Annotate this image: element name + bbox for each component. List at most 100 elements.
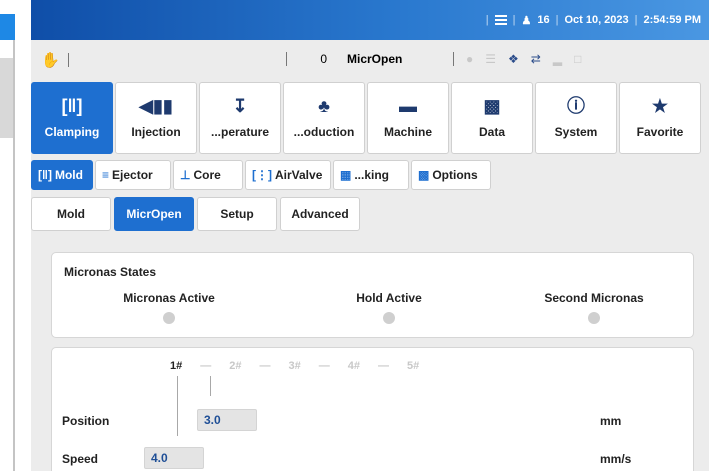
counter-value: 0 — [320, 52, 327, 66]
toolbar-separator — [286, 52, 287, 66]
step-label[interactable]: 5# — [407, 360, 419, 372]
machine-icon: ▬ — [399, 96, 417, 116]
state-second-micronas: Second Micronas — [519, 291, 669, 324]
step-label[interactable]: 2# — [229, 360, 241, 372]
active-page-name: MicrOpen — [347, 52, 403, 66]
tab-system[interactable]: ⓘ System — [535, 82, 617, 154]
user-icon[interactable]: ♟ — [521, 14, 531, 27]
speed-unit: mm/s — [600, 452, 632, 466]
status-time: 2:54:59 PM — [643, 14, 701, 26]
network-icon[interactable]: ❖ — [508, 52, 519, 66]
alarm-icon[interactable]: ● — [466, 52, 473, 66]
subtab-ejector[interactable]: ≡ Ejector — [95, 160, 171, 190]
left-edge-strip — [0, 0, 15, 471]
production-icon: ♣ — [318, 96, 330, 116]
position-unit: mm — [600, 414, 622, 428]
step-guide-line — [210, 376, 211, 396]
state-label: Micronas Active — [123, 291, 215, 305]
toolbar-separator — [453, 52, 454, 66]
step-indicator: 1# — 2# — 3# — 4# — 5# — [170, 360, 419, 372]
state-label: Second Micronas — [544, 291, 644, 305]
step-separator: — — [259, 360, 271, 372]
status-separator: | — [512, 14, 516, 26]
tab-label: ...perature — [210, 125, 270, 139]
step-separator: — — [318, 360, 330, 372]
subtab-label: Options — [432, 168, 478, 182]
folder-icon: ▩ — [483, 96, 501, 116]
tab-production[interactable]: ♣ ...oduction — [283, 82, 365, 154]
signal-icon: ▂ — [552, 52, 563, 66]
tab-machine[interactable]: ▬ Machine — [367, 82, 449, 154]
subtab-label: Core — [193, 168, 221, 182]
toolbar: ✋ 0 MicrOpen ● ☰ ❖ ⇄ ▂ □ — [31, 40, 709, 80]
position-input[interactable]: 3.0 — [197, 409, 257, 431]
hand-icon[interactable]: ✋ — [41, 51, 60, 69]
star-icon: ★ — [651, 96, 669, 116]
status-led — [588, 312, 600, 324]
tab-label: ...oduction — [293, 125, 355, 139]
storage-icon: □ — [574, 52, 582, 66]
micronas-states-panel: Micronas States Micronas Active Hold Act… — [51, 252, 694, 338]
subtab-options[interactable]: ▩ Options — [411, 160, 491, 190]
status-bar: | | ♟ 16 | Oct 10, 2023 | 2:54:59 PM — [31, 0, 709, 40]
status-separator: | — [485, 14, 489, 26]
step-guide-line — [177, 376, 178, 436]
usb-icon[interactable]: ⇄ — [531, 52, 541, 66]
left-edge-divider — [13, 40, 15, 471]
tab-data[interactable]: ▩ Data — [451, 82, 533, 154]
toolbar-icons: ● ☰ ❖ ⇄ ▂ □ — [453, 52, 581, 66]
state-label: Hold Active — [356, 291, 422, 305]
sub-tab-bar: [‖] Mold ≡ Ejector ⊥ Core [⋮] AirValve ▦… — [31, 160, 491, 190]
parking-icon: ▦ — [340, 168, 352, 182]
subtab-core[interactable]: ⊥ Core — [173, 160, 243, 190]
injection-icon: ◀▮▮ — [139, 96, 173, 116]
left-edge-blue-tab — [0, 14, 15, 40]
micropen-params-panel: 1# — 2# — 3# — 4# — 5# Position 3.0 mm S… — [51, 347, 694, 471]
tab-temperature[interactable]: ↧ ...perature — [199, 82, 281, 154]
tab-label: Data — [478, 125, 505, 139]
subtab-airvalve[interactable]: [⋮] AirValve — [245, 160, 331, 190]
subtab-label: Mold — [54, 168, 83, 182]
position-label: Position — [62, 414, 110, 428]
status-date: Oct 10, 2023 — [564, 14, 629, 26]
mold-icon: [‖] — [38, 168, 52, 182]
tab-injection[interactable]: ◀▮▮ Injection — [115, 82, 197, 154]
subtab-parking[interactable]: ▦ ...king — [333, 160, 409, 190]
step-label[interactable]: 3# — [289, 360, 301, 372]
subtab-label: Ejector — [112, 168, 153, 182]
tab-favorite[interactable]: ★ Favorite — [619, 82, 701, 154]
page-tab-advanced[interactable]: Advanced — [280, 197, 360, 231]
status-separator: | — [555, 14, 559, 26]
page-tab-setup[interactable]: Setup — [197, 197, 277, 231]
ejector-icon: ≡ — [102, 168, 110, 182]
core-icon: ⊥ — [180, 168, 191, 182]
page-tab-mold[interactable]: Mold — [31, 197, 111, 231]
options-icon: ▩ — [418, 168, 430, 182]
user-count: 16 — [537, 14, 550, 26]
page-tab-micropen[interactable]: MicrOpen — [114, 197, 194, 231]
step-separator: — — [378, 360, 389, 372]
thermometer-icon: ↧ — [232, 96, 248, 116]
clamp-icon: [‖] — [61, 96, 83, 116]
subtab-mold[interactable]: [‖] Mold — [31, 160, 93, 190]
status-led — [163, 312, 175, 324]
air-valve-icon: [⋮] — [252, 168, 272, 182]
status-separator: | — [634, 14, 638, 26]
state-micronas-active: Micronas Active — [94, 291, 244, 324]
step-label[interactable]: 1# — [170, 360, 182, 372]
tab-label: Machine — [383, 125, 432, 139]
menu-icon[interactable] — [494, 15, 507, 25]
info-icon: ⓘ — [567, 96, 585, 116]
speed-label: Speed — [62, 452, 99, 466]
toolbar-center: 0 MicrOpen — [286, 52, 402, 66]
list-icon[interactable]: ☰ — [485, 52, 496, 66]
tab-label: Clamping — [44, 125, 100, 139]
tab-label: Injection — [131, 125, 181, 139]
status-led — [383, 312, 395, 324]
main-tab-bar: [‖] Clamping ◀▮▮ Injection ↧ ...perature… — [31, 82, 701, 154]
tab-label: System — [554, 125, 598, 139]
step-label[interactable]: 4# — [348, 360, 360, 372]
tab-clamping[interactable]: [‖] Clamping — [31, 82, 113, 154]
toolbar-separator — [67, 53, 69, 67]
speed-input[interactable]: 4.0 — [144, 447, 204, 469]
